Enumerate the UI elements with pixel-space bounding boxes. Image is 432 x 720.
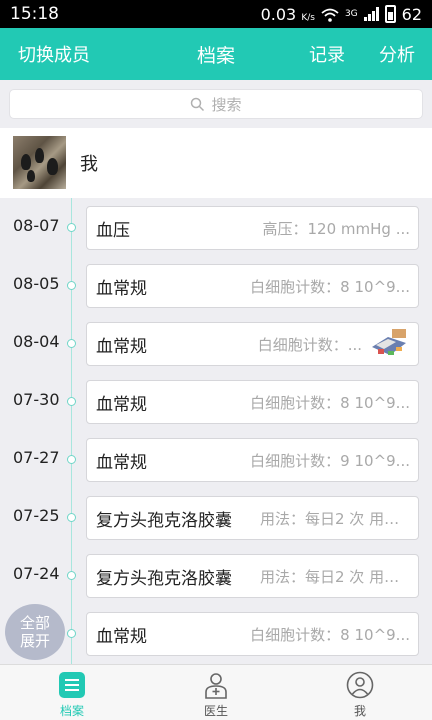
network-type: 3G (344, 8, 358, 19)
timeline-dot (67, 513, 76, 522)
timeline-dot (67, 455, 76, 464)
status-time: 15:18 (10, 4, 59, 24)
timeline-entry: 07-24 复方头孢克洛胶囊 用法：每日2 次 用量... (0, 554, 432, 598)
record-name: 血压 (96, 220, 130, 241)
timeline-entry: 08-07 血压 高压：120 mmHg ... (0, 206, 432, 250)
record-detail: 白细胞计数：8 10^9... (250, 393, 410, 412)
analysis-button[interactable]: 分析 (379, 41, 415, 67)
record-detail: 白细胞计数：8 10^9... (250, 625, 410, 644)
record-detail: 白细胞计数：... (257, 335, 362, 354)
record-name: 复方头孢克洛胶囊 (96, 568, 232, 589)
timeline-entry: 07-25 复方头孢克洛胶囊 用法：每日2 次 用量... (0, 496, 432, 540)
nav-records-label: 档案 (59, 704, 84, 718)
records-icon (59, 672, 85, 698)
entry-date: 07-24 (13, 564, 60, 583)
record-card[interactable]: 血常规 白细胞计数：... (86, 322, 419, 366)
wifi-icon (321, 7, 339, 22)
network-speed-unit: K/s (301, 12, 315, 23)
member-row[interactable]: 我 (0, 128, 432, 198)
expand-all-button[interactable]: 全部 展开 (5, 604, 65, 660)
entry-date: 07-30 (13, 390, 60, 409)
timeline-dot (67, 629, 76, 638)
network-speed: 0.03 K/s (261, 5, 315, 24)
attachment-thumbnail[interactable] (366, 325, 410, 363)
nav-me-label: 我 (353, 704, 366, 718)
record-card[interactable]: 血常规 白细胞计数：8 10^9... (86, 612, 419, 656)
record-name: 血常规 (96, 626, 147, 647)
entry-date: 08-07 (13, 216, 60, 235)
search-placeholder: 搜索 (211, 95, 242, 114)
member-name: 我 (80, 154, 98, 175)
nav-me[interactable]: 我 (288, 665, 432, 720)
record-name: 血常规 (96, 394, 147, 415)
timeline-entry: 08-05 血常规 白细胞计数：8 10^9... (0, 264, 432, 308)
record-card[interactable]: 复方头孢克洛胶囊 用法：每日2 次 用量... (86, 554, 419, 598)
expand-all-line2: 展开 (19, 632, 50, 650)
battery-icon (384, 5, 396, 23)
record-name: 血常规 (96, 278, 147, 299)
record-card[interactable]: 血常规 白细胞计数：8 10^9... (86, 264, 419, 308)
timeline-entry: 07-30 血常规 白细胞计数：8 10^9... (0, 380, 432, 424)
app-bar: 切换成员 档案 记录 分析 (0, 28, 432, 80)
record-detail: 用法：每日2 次 用量... (260, 567, 410, 586)
search-area: 搜索 (0, 80, 432, 128)
record-detail: 白细胞计数：8 10^9... (250, 277, 410, 296)
battery-level: 62 (401, 4, 422, 24)
record-card[interactable]: 血常规 白细胞计数：8 10^9... (86, 380, 419, 424)
record-card[interactable]: 复方头孢克洛胶囊 用法：每日2 次 用量... (86, 496, 419, 540)
entry-date: 07-25 (13, 506, 60, 525)
signal-icon (363, 7, 379, 21)
record-name: 血常规 (96, 336, 147, 357)
switch-member-button[interactable]: 切换成员 (18, 41, 90, 67)
record-detail: 高压：120 mmHg ... (262, 219, 411, 238)
timeline-entry: 08-04 血常规 白细胞计数：... (0, 322, 432, 366)
record-detail: 白细胞计数：9 10^9... (250, 451, 410, 470)
network-speed-value: 0.03 (260, 4, 297, 24)
timeline-dot (67, 571, 76, 580)
search-icon (191, 97, 205, 111)
record-name: 复方头孢克洛胶囊 (96, 510, 232, 531)
doctor-icon (205, 673, 227, 699)
profile-icon (346, 671, 374, 699)
search-input[interactable]: 搜索 (9, 89, 423, 119)
entry-date: 07-27 (13, 448, 60, 467)
entry-date: 08-04 (13, 332, 60, 351)
record-detail: 用法：每日2 次 用量... (260, 509, 410, 528)
avatar (13, 136, 66, 189)
timeline-dot (67, 223, 76, 232)
nav-doctor-label: 医生 (203, 704, 228, 718)
expand-all-line1: 全部 (19, 614, 50, 632)
timeline-dot (67, 339, 76, 348)
bottom-nav: 档案 医生 我 (0, 664, 432, 720)
nav-doctor[interactable]: 医生 (144, 665, 288, 720)
record-card[interactable]: 血压 高压：120 mmHg ... (86, 206, 419, 250)
entry-date: 08-05 (13, 274, 60, 293)
timeline: 08-07 血压 高压：120 mmHg ... 08-05 血常规 白细胞计数… (0, 198, 432, 664)
nav-records[interactable]: 档案 (0, 665, 144, 720)
timeline-dot (67, 397, 76, 406)
timeline-dot (67, 281, 76, 290)
record-name: 血常规 (96, 452, 147, 473)
timeline-entry: 07-27 血常规 白细胞计数：9 10^9... (0, 438, 432, 482)
record-button[interactable]: 记录 (309, 41, 345, 67)
record-card[interactable]: 血常规 白细胞计数：9 10^9... (86, 438, 419, 482)
status-bar: 15:18 0.03 K/s 3G 62 (0, 0, 432, 28)
